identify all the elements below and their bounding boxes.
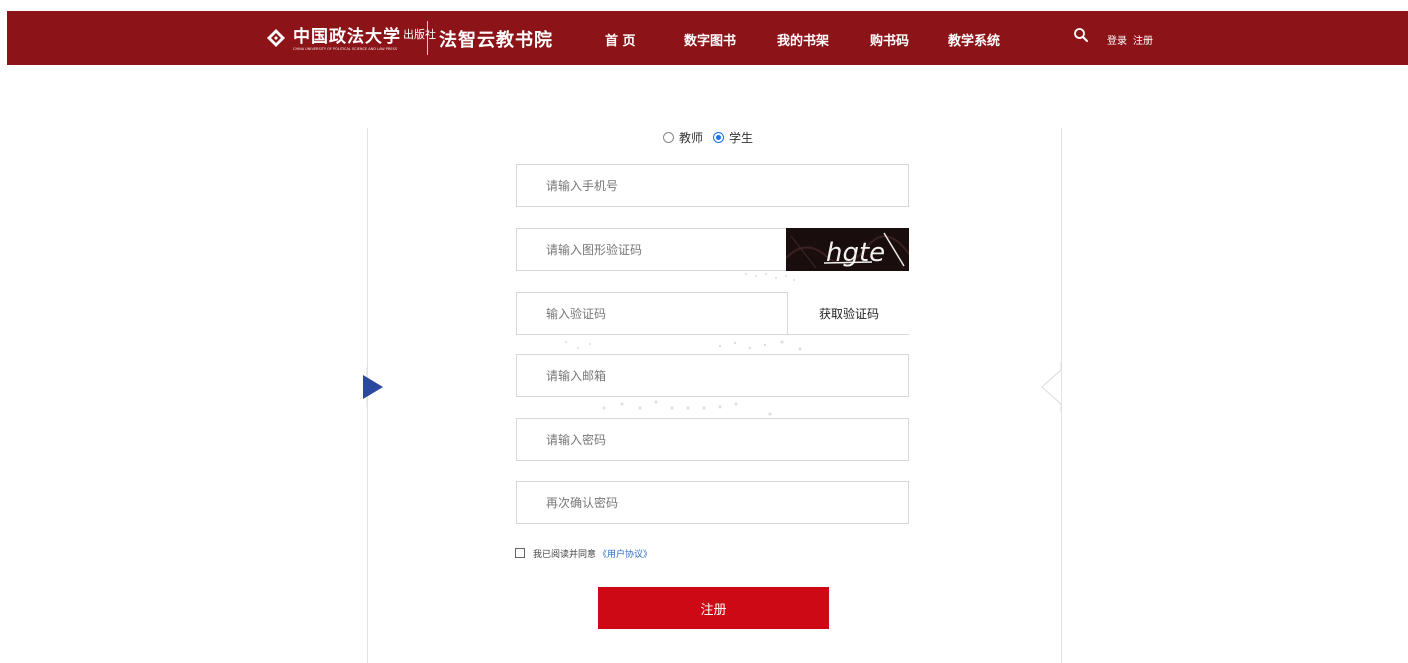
decorative-dots	[602, 400, 772, 416]
site-name[interactable]: 法智云教书院	[439, 26, 553, 52]
get-code-button[interactable]: 获取验证码	[787, 292, 910, 334]
login-link[interactable]: 登录	[1107, 32, 1127, 47]
nav-digital-books[interactable]: 数字图书	[684, 30, 736, 49]
diamond-logo-icon	[267, 29, 285, 47]
chevron-left-icon	[1041, 362, 1062, 412]
logo-chinese-text: 中国政法大学	[293, 26, 401, 47]
captcha-image[interactable]: hgte	[786, 228, 909, 271]
password-input[interactable]	[517, 419, 908, 460]
logo-divider	[427, 21, 428, 55]
decorative-dots	[565, 340, 802, 351]
phone-field-box	[516, 164, 909, 207]
captcha-graphic: hgte	[786, 228, 909, 271]
agree-text: 我已阅读并同意	[533, 549, 597, 560]
nav-home[interactable]: 首 页	[605, 30, 636, 49]
email-input[interactable]	[517, 355, 908, 396]
nav-teaching-system[interactable]: 教学系统	[948, 30, 1000, 49]
top-header: 中国政法大学 出版社 CHINA UNIVERSITY OF POLITICAL…	[7, 11, 1408, 65]
logo-press-text: 出版社	[403, 28, 436, 41]
search-icon[interactable]	[1073, 27, 1089, 43]
password-field-box	[516, 418, 909, 461]
role-radio-student[interactable]	[713, 131, 725, 143]
agree-checkbox[interactable]	[515, 548, 525, 558]
decorative-dots	[745, 273, 795, 281]
role-label-teacher: 教师	[679, 130, 704, 145]
confirm-password-input[interactable]	[517, 482, 908, 523]
role-radio-teacher[interactable]	[663, 131, 674, 143]
confirm-password-field-box	[516, 481, 909, 524]
role-selector: 教师 学生	[663, 128, 763, 146]
nav-my-bookshelf[interactable]: 我的书架	[777, 30, 829, 49]
email-field-box	[516, 354, 909, 397]
register-submit-button[interactable]: 注册	[598, 587, 829, 629]
phone-input[interactable]	[517, 165, 908, 206]
register-link[interactable]: 注册	[1133, 32, 1153, 47]
nav-book-code[interactable]: 购书码	[870, 30, 909, 49]
sms-code-input[interactable]	[517, 293, 787, 334]
captcha-input[interactable]	[517, 229, 786, 270]
user-agreement-link[interactable]: 《用户协议》	[598, 547, 652, 560]
captcha-field-box	[516, 228, 787, 271]
publisher-logo[interactable]: 中国政法大学 出版社 CHINA UNIVERSITY OF POLITICAL…	[265, 21, 436, 55]
role-label-student: 学生	[729, 130, 754, 145]
agreement-row: 我已阅读并同意 《用户协议》	[515, 546, 652, 560]
arrow-right-icon	[363, 367, 383, 407]
logo-english-text: CHINA UNIVERSITY OF POLITICAL SCIENCE AN…	[293, 47, 398, 51]
left-strip	[0, 0, 7, 663]
